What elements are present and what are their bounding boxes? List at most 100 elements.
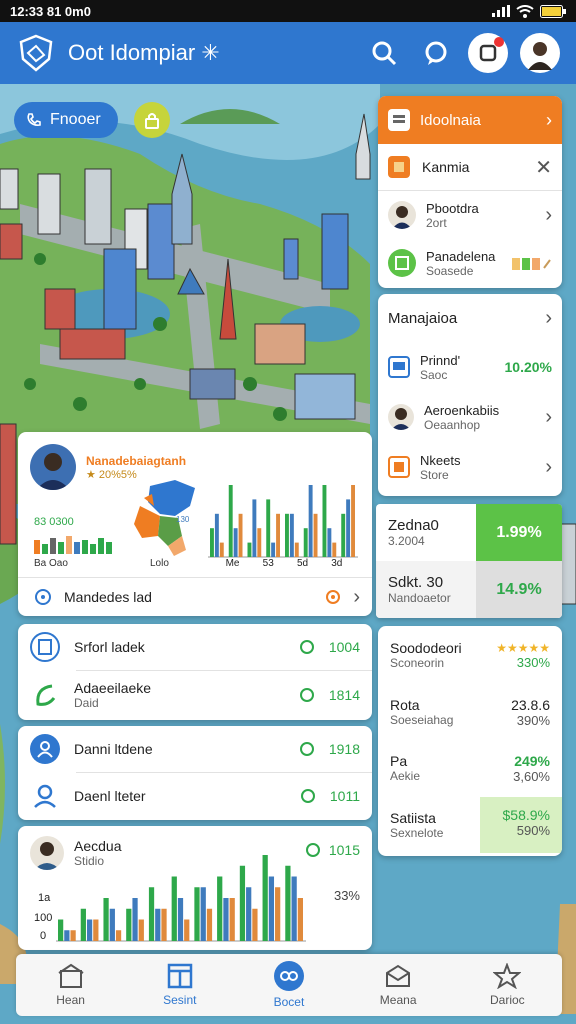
nav-window[interactable]: Sesint — [135, 963, 225, 1007]
mail-icon — [386, 964, 411, 987]
notification-button[interactable] — [468, 33, 508, 73]
chart-bar — [297, 898, 303, 941]
chart-bar — [58, 919, 64, 941]
shield-logo-icon[interactable] — [16, 33, 56, 73]
region-map[interactable]: 130 — [130, 476, 202, 558]
menu-header[interactable]: Idoolnaia › — [378, 96, 562, 144]
chart-bar — [247, 542, 252, 557]
metric-sub: Sexnelote — [390, 826, 444, 840]
chart-bar — [268, 876, 275, 941]
stat-row[interactable]: Zedna0 3.2004 1.99% — [376, 504, 562, 561]
filter-pill[interactable]: Fnooer — [14, 102, 118, 138]
metric-row[interactable]: Rota Soeseiahag 23.8.6 390% — [378, 684, 562, 740]
list-item-value: 1004 — [328, 639, 360, 655]
list-item-sub: Daid — [74, 696, 99, 710]
chevron-right-icon: › — [353, 585, 360, 608]
user-icon — [34, 784, 56, 808]
stat-value-box: 1.99% — [476, 504, 562, 561]
chart-bar — [93, 919, 99, 941]
lock-button[interactable] — [134, 102, 170, 138]
mini-chart-label: Ba Oao — [34, 558, 68, 569]
chart-bar — [70, 930, 76, 941]
chart-bar — [184, 919, 190, 941]
list-card-2: Danni ltdene 1918 Daenl lteter 1011 — [18, 726, 372, 820]
badge-icon — [299, 688, 314, 702]
list-item-sub: Store — [420, 467, 449, 482]
chart-card-bar-chart[interactable] — [56, 852, 306, 942]
menu-item[interactable]: Panadelena Soasede — [378, 239, 562, 287]
chart-bar — [313, 513, 318, 557]
dashboard-bar-chart[interactable] — [208, 482, 358, 558]
list-item-label: Adaeeilaeke — [74, 680, 152, 696]
list-item-sub: Oeaanhop — [424, 417, 481, 432]
stat-label: Sdkt. 30 — [388, 574, 444, 591]
chevron-right-icon: › — [545, 455, 552, 478]
dashboard-footer[interactable]: Mandedes lad › — [34, 584, 360, 610]
person-avatar — [388, 404, 414, 430]
chart-bar — [86, 919, 93, 941]
badge-icon — [299, 742, 314, 756]
metric-row[interactable]: Satiista Sexnelote $58.9% 590% — [378, 796, 562, 854]
metric-row[interactable]: Soododeori Sconeorin ★★★★★ 330% — [378, 626, 562, 684]
person-avatar[interactable] — [30, 444, 76, 490]
list-item[interactable]: Srforl ladek 1004 — [18, 624, 372, 670]
chart-bar — [294, 542, 299, 557]
y-tick: 0 — [40, 930, 47, 942]
chart-bar — [239, 865, 246, 941]
chart-bar — [148, 887, 155, 941]
search-button[interactable] — [364, 33, 404, 73]
chart-bar — [210, 528, 214, 557]
target-icon — [35, 589, 51, 605]
region-map-label: Lolo — [150, 558, 169, 569]
stat-sub: 3.2004 — [388, 534, 425, 548]
list-item[interactable]: Prinnd' Saoc 10.20% — [388, 342, 552, 392]
notification-dot — [494, 37, 504, 47]
chart-tick-label: 3d — [331, 558, 343, 569]
chart-tick-label: 53 — [262, 558, 274, 569]
close-icon[interactable]: ✕ — [535, 155, 552, 180]
chart-bar — [303, 528, 308, 557]
chevron-right-icon: › — [545, 203, 552, 226]
dashboard-card: Nanadebaiagtanh ★ 20%5% 83 0300 Ba Oao 1… — [18, 432, 372, 616]
list-item[interactable]: Nkeets Store › — [388, 442, 552, 492]
bottom-nav: Hean Sesint Bocet Meana Darioc — [16, 954, 562, 1016]
metric-row[interactable]: Pa Aekie 249% 3,60% — [378, 740, 562, 796]
metric-label: Soododeori — [390, 640, 462, 656]
menu-panel: Idoolnaia › Kanmia ✕ Pbootdra 2ort › Pan… — [378, 96, 562, 288]
list-item-label: Danni ltdene — [74, 741, 153, 757]
nav-mail[interactable]: Meana — [353, 963, 443, 1007]
metric-value-top: $58.9% — [502, 807, 550, 823]
nav-sync[interactable]: Bocet — [244, 961, 334, 1009]
chat-icon — [425, 41, 447, 65]
list-item[interactable]: Adaeeilaeke Daid 1814 — [18, 671, 372, 719]
nav-mail-label: Meana — [379, 993, 417, 1007]
list-item[interactable]: Danni ltdene 1918 — [18, 726, 372, 772]
wifi-icon — [516, 4, 534, 18]
menu-item[interactable]: Kanmia ✕ — [378, 144, 562, 190]
chart-bar — [103, 898, 109, 941]
tablet-icon — [30, 632, 60, 662]
list-item[interactable]: Aeroenkabiis Oeaanhop › — [388, 392, 552, 442]
chart-bar — [275, 887, 281, 941]
nav-star[interactable]: Darioc — [462, 963, 552, 1007]
chevron-right-icon: › — [545, 405, 552, 428]
chart-bar — [194, 887, 200, 941]
nav-home[interactable]: Hean — [26, 963, 116, 1007]
avatar-icon — [528, 42, 552, 70]
list-item[interactable]: Daenl lteter 1011 — [18, 773, 372, 819]
box-icon — [388, 456, 410, 478]
metric-sub: Sconeorin — [390, 656, 445, 670]
chart-bar — [80, 908, 86, 941]
list-item-sub: Saoc — [420, 367, 448, 382]
profile-avatar[interactable] — [520, 33, 560, 73]
chat-button[interactable] — [416, 33, 456, 73]
chart-bar — [276, 513, 280, 557]
home-icon — [58, 963, 84, 988]
menu-item-label: Pbootdra — [426, 200, 479, 216]
chart-bar — [126, 908, 132, 941]
chart-bar — [351, 485, 355, 557]
right-list-header[interactable]: Manajaioa › — [388, 294, 552, 342]
list-item-label: Srforl ladek — [74, 639, 145, 655]
menu-item[interactable]: Pbootdra 2ort › — [378, 191, 562, 239]
stat-row[interactable]: Sdkt. 30 Nandoaetor 14.9% — [376, 561, 562, 618]
